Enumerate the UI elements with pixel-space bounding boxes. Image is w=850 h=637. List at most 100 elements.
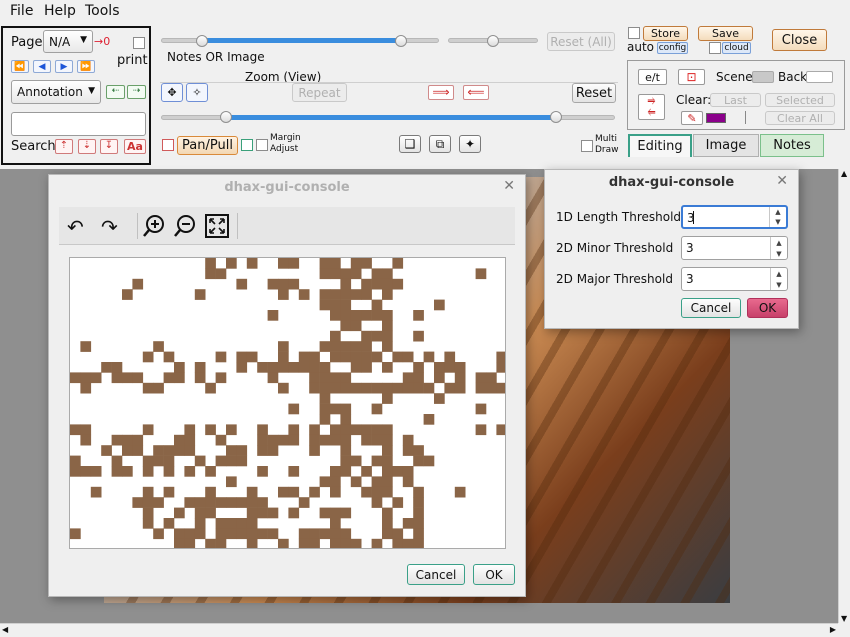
spin-arrows-icon[interactable]: ▲ ▼ — [770, 237, 787, 259]
image-dialog-cancel-button[interactable]: Cancel — [407, 564, 465, 585]
spin-arrows-icon[interactable]: ▲ ▼ — [770, 268, 787, 290]
cloud-checkbox[interactable] — [709, 42, 721, 54]
major-threshold-spinbox[interactable]: 3 ▲ ▼ — [681, 267, 788, 291]
page-select[interactable]: N/A ▼ — [43, 30, 93, 53]
move-icon[interactable]: ✥ — [161, 83, 183, 102]
close-icon[interactable]: ✕ — [503, 178, 515, 194]
horizontal-scrollbar[interactable]: ◀ ▶ — [0, 623, 838, 637]
font-case-button[interactable]: Aa — [124, 139, 146, 154]
threshold-pixel — [319, 507, 331, 519]
repeat-button[interactable]: Repeat — [292, 83, 347, 102]
clear-all-button[interactable]: Clear All — [765, 111, 835, 125]
spin-arrows-icon[interactable]: ▲ ▼ — [769, 207, 786, 227]
store-button[interactable]: Store — [643, 26, 688, 41]
clear-selected-button[interactable]: Selected — [765, 93, 835, 107]
threshold-pixel — [205, 497, 216, 508]
center-icon[interactable]: ✧ — [186, 83, 208, 102]
prev-page-icon[interactable]: ◀ — [33, 60, 51, 73]
reset-button[interactable]: Reset — [572, 83, 616, 103]
threshold-pixel — [226, 497, 237, 508]
menu-tools[interactable]: Tools — [85, 3, 120, 19]
scroll-up-icon[interactable]: ▲ — [841, 169, 847, 178]
tab-image[interactable]: Image — [693, 134, 759, 157]
pen-icon[interactable]: ✎ — [681, 111, 703, 125]
et-button[interactable]: e/t — [638, 69, 667, 85]
pan-pull-button[interactable]: Pan/Pull — [177, 136, 238, 155]
threshold-pixel — [309, 486, 320, 498]
first-page-icon[interactable]: ⏪ — [11, 60, 29, 73]
zoom-slider-low-handle[interactable] — [220, 111, 232, 123]
scroll-left-icon[interactable]: ◀ — [2, 625, 8, 634]
sparkle-icon[interactable]: ✦ — [459, 135, 481, 153]
save-button[interactable]: Save — [698, 26, 753, 41]
target-icon[interactable]: ⊡ — [678, 69, 705, 85]
threshold-pixel — [122, 466, 133, 477]
image-dialog-ok-button[interactable]: OK — [473, 564, 515, 585]
scroll-right-icon[interactable]: ▶ — [830, 625, 836, 634]
threshold-pixel — [215, 538, 227, 548]
single-window-icon[interactable]: ❑ — [399, 135, 421, 153]
annotation-select[interactable]: Annotation ▼ — [11, 80, 101, 104]
arrow-right-icon[interactable]: ⟹ — [428, 85, 454, 100]
zoom-out-icon[interactable] — [173, 214, 197, 238]
menu-help[interactable]: Help — [44, 3, 76, 19]
main-slider-high-handle[interactable] — [395, 35, 407, 47]
threshold-pixel — [340, 403, 352, 415]
config-button[interactable]: config — [657, 42, 688, 54]
search-up-icon[interactable]: ⇡ — [55, 139, 73, 154]
threshold-preview-image — [69, 257, 506, 549]
scene-color-swatch[interactable] — [752, 71, 774, 83]
threshold-pixel — [382, 528, 393, 540]
search-end-icon[interactable]: ↧ — [100, 139, 118, 154]
threshold-pixel — [361, 341, 372, 352]
clear-last-button[interactable]: Last — [710, 93, 761, 107]
length-threshold-spinbox[interactable]: 3 ▲ ▼ — [681, 205, 788, 229]
multi-label: Multi — [595, 134, 617, 144]
pan-pull-checkbox[interactable] — [162, 139, 174, 151]
threshold-pixel — [330, 299, 341, 311]
close-icon[interactable]: ✕ — [776, 173, 788, 189]
pen-color-swatch[interactable] — [706, 113, 726, 123]
cloud-button[interactable]: cloud — [722, 42, 751, 54]
last-page-icon[interactable]: ⏩ — [77, 60, 95, 73]
threshold-pixel — [319, 434, 331, 446]
zoom-in-icon[interactable] — [142, 214, 166, 238]
tab-notes[interactable]: Notes — [760, 134, 824, 157]
side-slider-handle[interactable] — [487, 35, 499, 47]
margin-checkbox[interactable] — [241, 139, 253, 151]
close-button[interactable]: Close — [772, 29, 827, 51]
threshold-pixel — [309, 434, 320, 446]
threshold-pixel — [80, 466, 92, 477]
reset-all-button[interactable]: Reset (All) — [547, 32, 615, 51]
multi-draw-checkbox[interactable] — [581, 140, 593, 152]
minor-threshold-spinbox[interactable]: 3 ▲ ▼ — [681, 236, 788, 260]
margin-adjust-checkbox[interactable] — [256, 139, 268, 151]
tab-editing[interactable]: Editing — [628, 134, 692, 157]
redo-icon[interactable]: ↷ — [101, 215, 118, 239]
print-checkbox[interactable] — [133, 37, 145, 49]
menu-file[interactable]: File — [10, 3, 33, 19]
undo-icon[interactable]: ↶ — [67, 215, 84, 239]
multi-window-icon[interactable]: ⧉ — [429, 135, 451, 153]
threshold-cancel-button[interactable]: Cancel — [681, 298, 741, 318]
threshold-pixel — [174, 507, 185, 519]
threshold-pixel — [142, 382, 154, 394]
next-page-icon[interactable]: ▶ — [55, 60, 73, 73]
arrow-left-icon[interactable]: ⟸ — [463, 85, 489, 100]
threshold-pixel — [413, 362, 424, 373]
back-color-swatch[interactable] — [806, 71, 833, 83]
store-checkbox[interactable] — [628, 27, 640, 39]
forward-arrow-icon[interactable]: ⇢ — [127, 85, 146, 99]
back-arrow-icon[interactable]: ⇠ — [106, 85, 125, 99]
zoom-slider-high-handle[interactable] — [550, 111, 562, 123]
threshold-pixel — [382, 393, 393, 404]
layers-icon[interactable]: ⥤ ⥢ — [638, 94, 665, 120]
vertical-scrollbar[interactable]: ▲ ▼ — [838, 169, 850, 623]
threshold-ok-button[interactable]: OK — [747, 298, 788, 318]
scroll-down-icon[interactable]: ▼ — [841, 614, 847, 623]
search-down-icon[interactable]: ⇣ — [78, 139, 96, 154]
search-input[interactable] — [11, 112, 146, 136]
threshold-pixel — [142, 486, 154, 498]
main-slider-low-handle[interactable] — [196, 35, 208, 47]
fit-to-window-icon[interactable] — [205, 214, 229, 238]
